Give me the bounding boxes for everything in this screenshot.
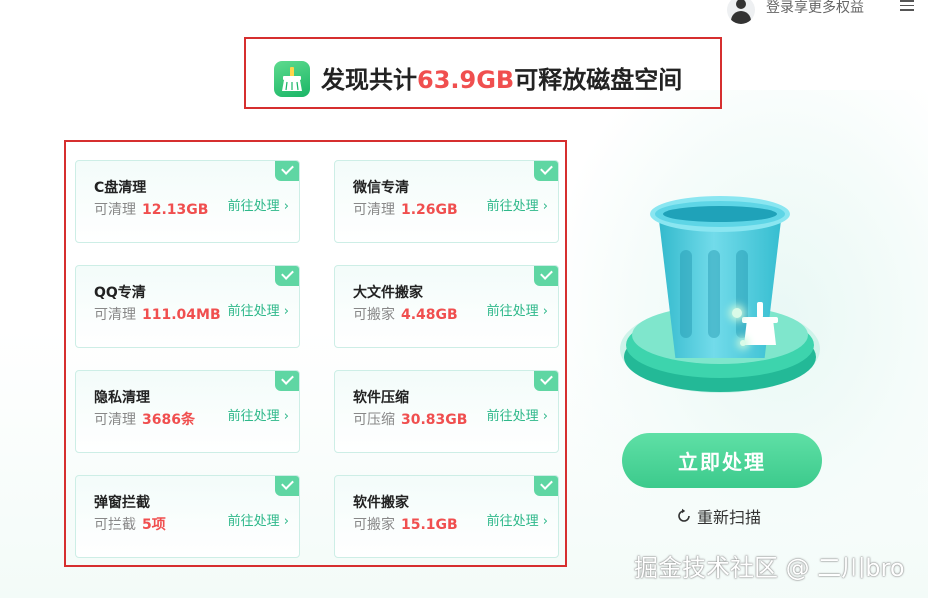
card-qq-clean[interactable]: QQ专清 可清理 111.04MB 前往处理 ›	[75, 265, 300, 348]
title-prefix: 发现共计	[321, 66, 417, 94]
card-sub: 可清理 12.13GB	[94, 202, 209, 218]
card-sub: 可拦截 5项	[94, 517, 166, 533]
broom-app-icon	[274, 61, 310, 97]
trash-can-illustration	[620, 190, 820, 400]
check-icon[interactable]	[534, 371, 558, 391]
card-title: 隐私清理	[94, 390, 150, 406]
card-go-link[interactable]: 前往处理 ›	[228, 405, 289, 424]
card-go-link[interactable]: 前往处理 ›	[228, 510, 289, 529]
card-go-link[interactable]: 前往处理 ›	[487, 195, 548, 214]
card-title: 大文件搬家	[353, 285, 423, 301]
rescan-label: 重新扫描	[697, 508, 762, 527]
avatar-head-shape	[736, 0, 746, 9]
check-icon[interactable]	[534, 161, 558, 181]
card-privacy-clean[interactable]: 隐私清理 可清理 3686条 前往处理 ›	[75, 370, 300, 453]
check-icon[interactable]	[275, 371, 299, 391]
check-icon[interactable]	[275, 476, 299, 496]
refresh-icon	[678, 508, 690, 522]
rescan-button[interactable]: 重新扫描	[676, 505, 761, 527]
card-go-link[interactable]: 前往处理 ›	[487, 405, 548, 424]
card-value: 5项	[142, 517, 166, 533]
card-value: 111.04MB	[142, 307, 221, 323]
card-popup-block[interactable]: 弹窗拦截 可拦截 5项 前往处理 ›	[75, 475, 300, 558]
card-title: 弹窗拦截	[94, 495, 150, 511]
check-icon[interactable]	[534, 266, 558, 286]
login-link[interactable]: 登录享更多权益	[766, 0, 864, 17]
watermark: 掘金技术社区 @ 二川bro	[634, 554, 905, 582]
card-software-move[interactable]: 软件搬家 可搬家 15.1GB 前往处理 ›	[334, 475, 559, 558]
card-go-link[interactable]: 前往处理 ›	[228, 300, 289, 319]
card-value: 12.13GB	[142, 202, 209, 218]
card-value: 4.48GB	[401, 307, 458, 323]
card-wechat-clean[interactable]: 微信专清 可清理 1.26GB 前往处理 ›	[334, 160, 559, 243]
card-value: 3686条	[142, 412, 195, 428]
card-sub: 可清理 3686条	[94, 412, 195, 428]
page-title: 发现共计63.9GB可释放磁盘空间	[321, 64, 682, 96]
card-sub: 可清理 1.26GB	[353, 202, 458, 218]
check-icon[interactable]	[534, 476, 558, 496]
menu-icon[interactable]	[900, 0, 914, 11]
card-value: 1.26GB	[401, 202, 458, 218]
card-go-link[interactable]: 前往处理 ›	[228, 195, 289, 214]
card-c-drive-clean[interactable]: C盘清理 可清理 12.13GB 前往处理 ›	[75, 160, 300, 243]
title-size-highlight: 63.9GB	[417, 66, 515, 94]
check-icon[interactable]	[275, 266, 299, 286]
card-sub: 可压缩 30.83GB	[353, 412, 468, 428]
card-title: 微信专清	[353, 180, 409, 196]
card-go-link[interactable]: 前往处理 ›	[487, 300, 548, 319]
card-go-link[interactable]: 前往处理 ›	[487, 510, 548, 529]
card-title: C盘清理	[94, 180, 147, 196]
title-suffix: 可释放磁盘空间	[514, 66, 683, 94]
process-now-button[interactable]: 立即处理	[622, 433, 822, 488]
check-icon[interactable]	[275, 161, 299, 181]
avatar[interactable]	[727, 0, 755, 24]
card-title: QQ专清	[94, 285, 146, 301]
card-sub: 可搬家 15.1GB	[353, 517, 458, 533]
card-value: 15.1GB	[401, 517, 458, 533]
card-value: 30.83GB	[401, 412, 468, 428]
avatar-body-shape	[731, 11, 751, 24]
card-sub: 可搬家 4.48GB	[353, 307, 458, 323]
card-title: 软件压缩	[353, 390, 409, 406]
card-sub: 可清理 111.04MB	[94, 307, 221, 323]
card-large-file-move[interactable]: 大文件搬家 可搬家 4.48GB 前往处理 ›	[334, 265, 559, 348]
card-title: 软件搬家	[353, 495, 409, 511]
card-software-compress[interactable]: 软件压缩 可压缩 30.83GB 前往处理 ›	[334, 370, 559, 453]
